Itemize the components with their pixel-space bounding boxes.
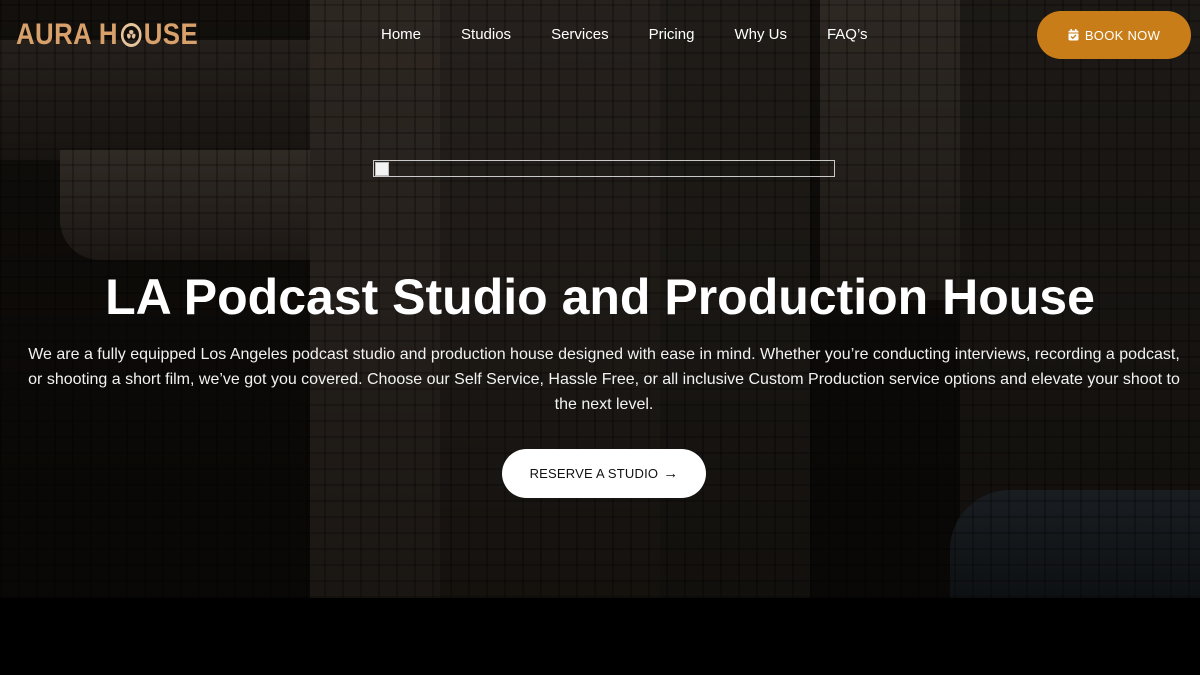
film-reel-icon <box>120 23 142 47</box>
site-logo[interactable]: AURA H USE <box>16 18 198 52</box>
broken-image-icon <box>375 162 389 176</box>
nav-item-pricing[interactable]: Pricing <box>649 24 695 46</box>
main-nav: Home Studios Services Pricing Why Us FAQ… <box>381 24 868 46</box>
book-now-button[interactable]: BOOK NOW <box>1037 11 1191 59</box>
page-title: LA Podcast Studio and Production House <box>105 269 1095 325</box>
reserve-studio-label: RESERVE A STUDIO <box>529 466 659 481</box>
broken-image <box>373 160 835 177</box>
calendar-check-icon <box>1068 29 1079 41</box>
arrow-right-icon: → <box>663 465 679 482</box>
nav-item-services[interactable]: Services <box>551 24 609 46</box>
logo-text-left: AURA H <box>16 18 118 51</box>
book-now-label: BOOK NOW <box>1084 27 1161 43</box>
hero-intro-text: We are a fully equipped Los Angeles podc… <box>28 346 1180 413</box>
nav-item-why-us[interactable]: Why Us <box>734 24 787 46</box>
reserve-studio-button[interactable]: RESERVE A STUDIO → <box>502 449 706 498</box>
nav-item-home[interactable]: Home <box>381 24 421 46</box>
logo-text-right: USE <box>143 18 199 51</box>
nav-item-studios[interactable]: Studios <box>461 24 511 46</box>
page-bottom-band <box>0 598 1200 675</box>
nav-item-faqs[interactable]: FAQ’s <box>827 24 868 46</box>
